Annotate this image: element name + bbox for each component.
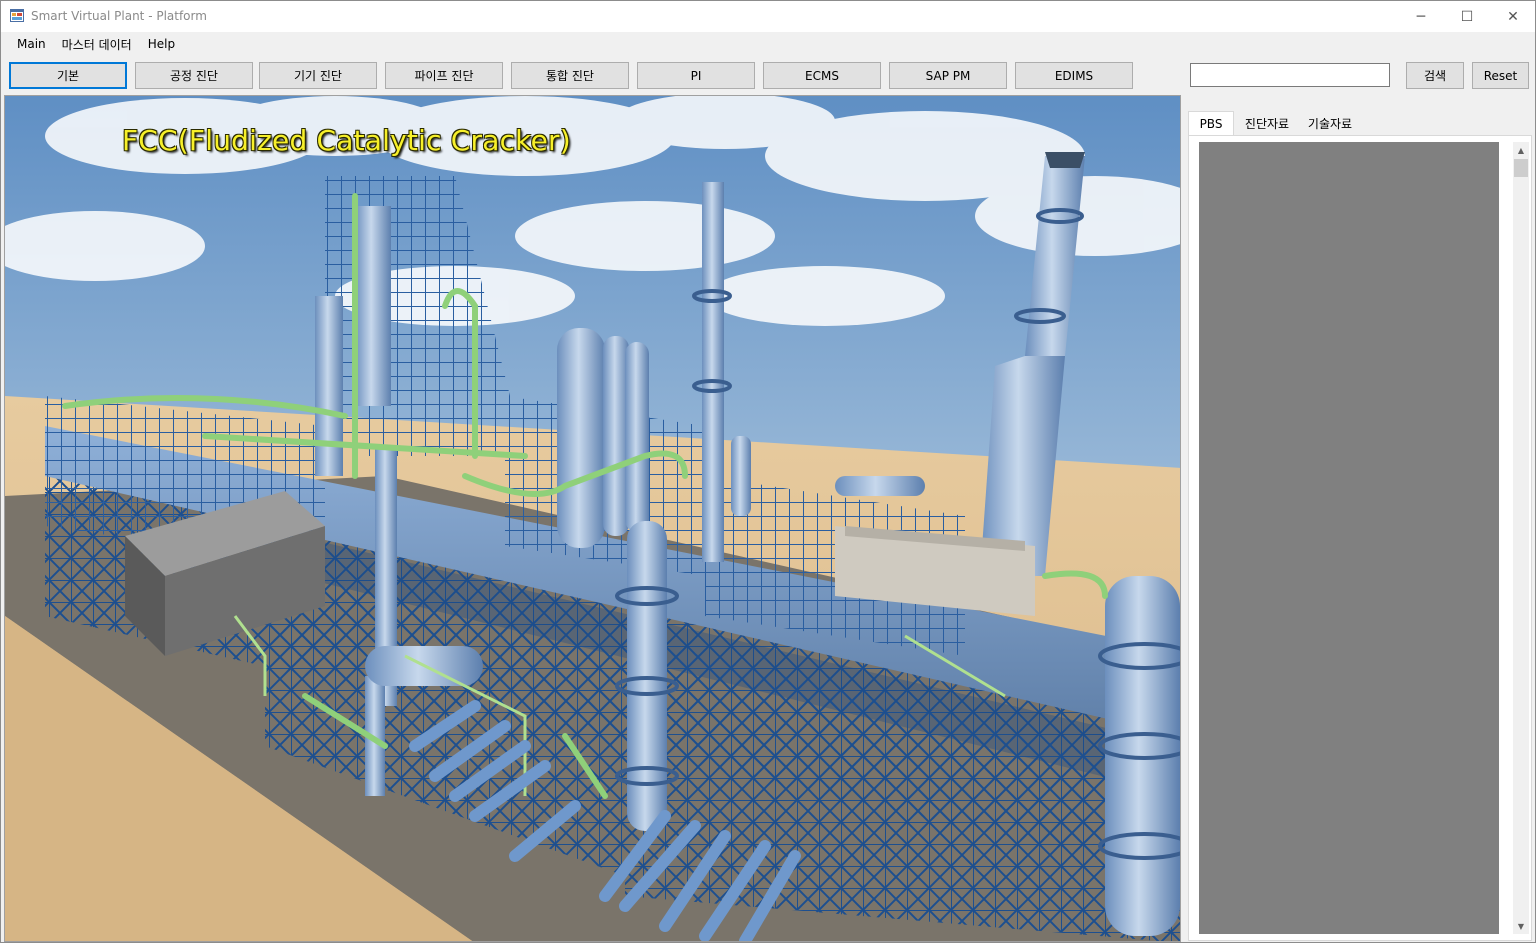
tab-technical-data[interactable]: 기술자료 bbox=[1300, 111, 1360, 135]
plant-scene-render bbox=[5, 96, 1180, 941]
pbs-tree[interactable] bbox=[1199, 142, 1499, 934]
basic-button[interactable]: 기본 bbox=[9, 62, 127, 89]
scroll-up-icon[interactable]: ▲ bbox=[1513, 142, 1529, 158]
scroll-down-icon[interactable]: ▼ bbox=[1513, 918, 1529, 934]
tab-pbs[interactable]: PBS bbox=[1188, 111, 1234, 135]
pbs-scrollbar[interactable]: ▲ ▼ bbox=[1513, 142, 1529, 934]
tab-diagnosis-data[interactable]: 진단자료 bbox=[1236, 111, 1298, 135]
window-title: Smart Virtual Plant - Platform bbox=[31, 9, 207, 23]
minimize-button-2[interactable]: ─ bbox=[1398, 1, 1444, 32]
search-button[interactable]: 검색 bbox=[1406, 62, 1464, 89]
plant-3d-viewport[interactable]: FCC(Fludized Catalytic Cracker) bbox=[4, 95, 1181, 942]
pipe-diagnosis-button[interactable]: 파이프 진단 bbox=[385, 62, 503, 89]
equipment-diagnosis-button[interactable]: 기기 진단 bbox=[259, 62, 377, 89]
reset-button[interactable]: Reset bbox=[1472, 62, 1529, 89]
pi-button[interactable]: PI bbox=[637, 62, 755, 89]
pbs-panel: ▲ ▼ bbox=[1188, 135, 1532, 941]
close-button[interactable]: ✕ bbox=[1490, 1, 1536, 32]
menu-help[interactable]: Help bbox=[140, 37, 183, 51]
process-diagnosis-button[interactable]: 공정 진단 bbox=[135, 62, 253, 89]
scroll-thumb[interactable] bbox=[1514, 159, 1528, 177]
menu-main[interactable]: Main bbox=[9, 37, 54, 51]
maximize-button[interactable]: ☐ bbox=[1444, 1, 1490, 32]
app-icon bbox=[10, 9, 24, 22]
menu-bar: Main 마스터 데이터 Help bbox=[1, 33, 1535, 55]
ecms-button[interactable]: ECMS bbox=[763, 62, 881, 89]
app-window: Smart Virtual Plant - Platform ─ ✕ ─ ☐ M… bbox=[0, 0, 1536, 943]
integrated-diagnosis-button[interactable]: 통합 진단 bbox=[511, 62, 629, 89]
sap-pm-button[interactable]: SAP PM bbox=[889, 62, 1007, 89]
title-bar: Smart Virtual Plant - Platform ─ ✕ bbox=[1, 1, 1535, 32]
search-input[interactable] bbox=[1190, 63, 1390, 87]
edims-button[interactable]: EDIMS bbox=[1015, 62, 1133, 89]
menu-master-data[interactable]: 마스터 데이터 bbox=[54, 36, 140, 53]
scene-title: FCC(Fludized Catalytic Cracker) bbox=[122, 124, 571, 157]
